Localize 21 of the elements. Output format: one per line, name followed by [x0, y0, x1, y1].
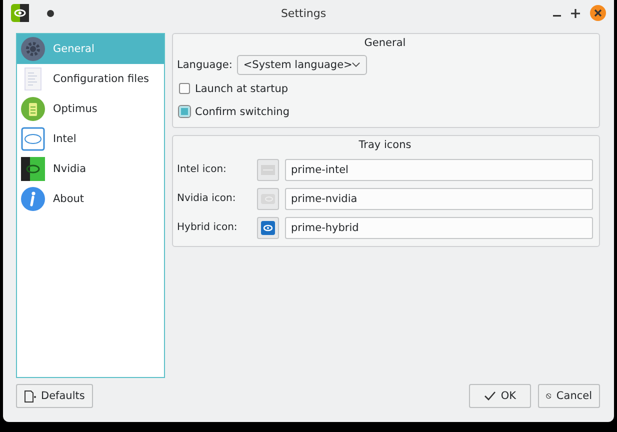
icon-name-field[interactable]: prime-nvidia	[285, 188, 593, 210]
checkbox-label: Launch at startup	[195, 82, 288, 94]
sidebar-item[interactable]: About	[17, 184, 164, 214]
language-dropdown[interactable]: <System language>	[237, 55, 368, 75]
defaults-button[interactable]: Defaults	[16, 384, 93, 408]
sidebar-item[interactable]: Configuration files	[17, 64, 164, 94]
language-label: Language:	[177, 59, 232, 71]
group-title: General	[363, 37, 407, 49]
icon-label: Intel icon:	[177, 164, 228, 175]
window-title: Settings	[280, 6, 328, 20]
icon-name-field[interactable]: prime-hybrid	[285, 216, 593, 238]
icon-name-field[interactable]: prime-intel	[285, 158, 593, 180]
sidebar-item[interactable]: Nvidia	[17, 154, 164, 184]
icon-label: Hybrid icon:	[177, 222, 238, 233]
sidebar-item[interactable]: Intel	[17, 124, 164, 154]
group-title: Tray icons	[358, 139, 412, 151]
cancel-button[interactable]: Cancel	[538, 384, 600, 408]
icon-label: Nvidia icon:	[177, 193, 237, 204]
sidebar-item[interactable]: Optimus	[17, 94, 164, 124]
ok-button[interactable]: OK	[469, 384, 531, 408]
checkbox-label: Confirm switching	[195, 106, 290, 118]
